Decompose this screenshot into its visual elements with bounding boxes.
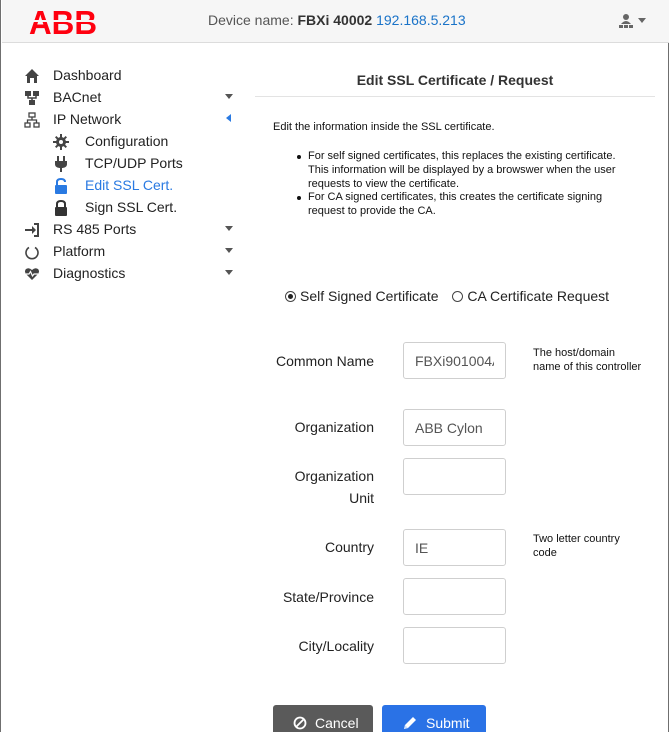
country-label: Country [324,539,374,555]
caret-down-icon [225,94,233,99]
caret-left-icon [226,114,231,122]
device-ip[interactable]: 192.168.5.213 [376,12,466,28]
unlock-icon [55,178,67,194]
radio-self-signed-label: Self Signed Certificate [300,288,439,304]
radio-self-signed[interactable]: Self Signed Certificate [285,288,439,304]
org-unit-input[interactable] [403,458,506,495]
country-hint: Two letter country code [533,533,620,559]
network-icon [25,91,39,105]
common-name-hint: The host/domain name of this controller [533,347,642,373]
sitemap-icon [24,112,40,128]
sidebar-item-dashboard[interactable]: Dashboard [2,66,242,86]
sidebar-item-platform[interactable]: Platform [2,242,242,262]
sidebar-item-label: Diagnostics [53,265,126,281]
bullet-self-signed: For self signed certificates, this repla… [294,150,639,191]
caret-down-icon [225,248,233,253]
chevron-down-icon [638,18,646,23]
country-input[interactable] [403,529,506,566]
power-icon [25,246,39,260]
org-unit-label-line2: Unit [349,490,374,506]
cancel-label: Cancel [315,715,359,731]
pencil-icon [404,717,416,729]
page-title: Edit SSL Certificate / Request [356,72,554,88]
device-label: Device name: [208,12,294,28]
abb-logo: ABB [29,7,99,37]
plug-icon [55,156,67,172]
sidebar-item-tcp-udp-ports[interactable]: TCP/UDP Ports [2,154,242,174]
title-divider [255,96,655,97]
sign-in-icon [25,223,39,237]
user-network-icon [619,14,633,28]
ban-icon [293,716,307,730]
radio-checked-icon [285,290,296,302]
state-label: State/Province [282,589,374,605]
sidebar-item-rs485-ports[interactable]: RS 485 Ports [2,220,242,240]
state-input[interactable] [403,578,506,615]
sidebar-item-label: RS 485 Ports [53,221,137,237]
caret-down-icon [225,226,233,231]
app-frame: ABB Device name: FBXi 40002 192.168.5.21… [0,0,669,732]
radio-unchecked-icon [452,290,464,302]
sidebar-item-sign-ssl-cert[interactable]: Sign SSL Cert. [2,198,242,218]
submit-button[interactable]: Submit [382,705,486,732]
common-name-label: Common Name [275,353,374,369]
sidebar-item-diagnostics[interactable]: Diagnostics [2,264,242,284]
radio-ca-request-label: CA Certificate Request [467,288,610,304]
info-bullets: For self signed certificates, this repla… [294,150,639,219]
heartbeat-icon [25,268,39,280]
certificate-type-radios: Self Signed Certificate CA Certificate R… [285,288,609,305]
sidebar-item-edit-ssl-cert[interactable]: Edit SSL Cert. [2,176,242,196]
user-menu-button[interactable] [618,12,648,32]
sidebar-item-label: Platform [53,243,106,259]
org-unit-label: Organization [294,468,374,484]
sidebar-item-label: TCP/UDP Ports [85,155,183,171]
radio-ca-request[interactable]: CA Certificate Request [452,288,609,304]
cancel-button[interactable]: Cancel [273,705,373,732]
top-bar: ABB Device name: FBXi 40002 192.168.5.21… [2,0,669,43]
caret-down-icon [225,270,233,275]
organization-input[interactable] [403,409,506,446]
sidebar-item-bacnet[interactable]: BACnet [2,88,242,108]
home-icon [25,69,39,83]
gear-icon [53,134,69,150]
city-input[interactable] [403,627,506,664]
device-info: Device name: FBXi 40002 192.168.5.213 [208,12,466,28]
sidebar-item-label: Configuration [85,133,169,149]
sidebar-item-label: Dashboard [53,67,122,83]
organization-label: Organization [294,419,374,435]
sidebar-item-label: IP Network [53,111,122,127]
city-label: City/Locality [298,638,374,654]
sidebar-item-configuration[interactable]: Configuration [2,132,242,152]
sidebar-item-label: Edit SSL Cert. [85,177,174,193]
lock-icon [55,200,67,216]
bullet-ca-signed: For CA signed certificates, this creates… [294,191,639,219]
device-name: FBXi 40002 [297,12,373,28]
intro-text: Edit the information inside the SSL cert… [273,121,495,133]
common-name-input[interactable] [403,342,506,379]
sidebar-item-label: Sign SSL Cert. [85,199,178,215]
sidebar-item-ip-network[interactable]: IP Network [2,110,242,130]
sidebar-item-label: BACnet [53,89,102,105]
submit-label: Submit [426,715,470,731]
